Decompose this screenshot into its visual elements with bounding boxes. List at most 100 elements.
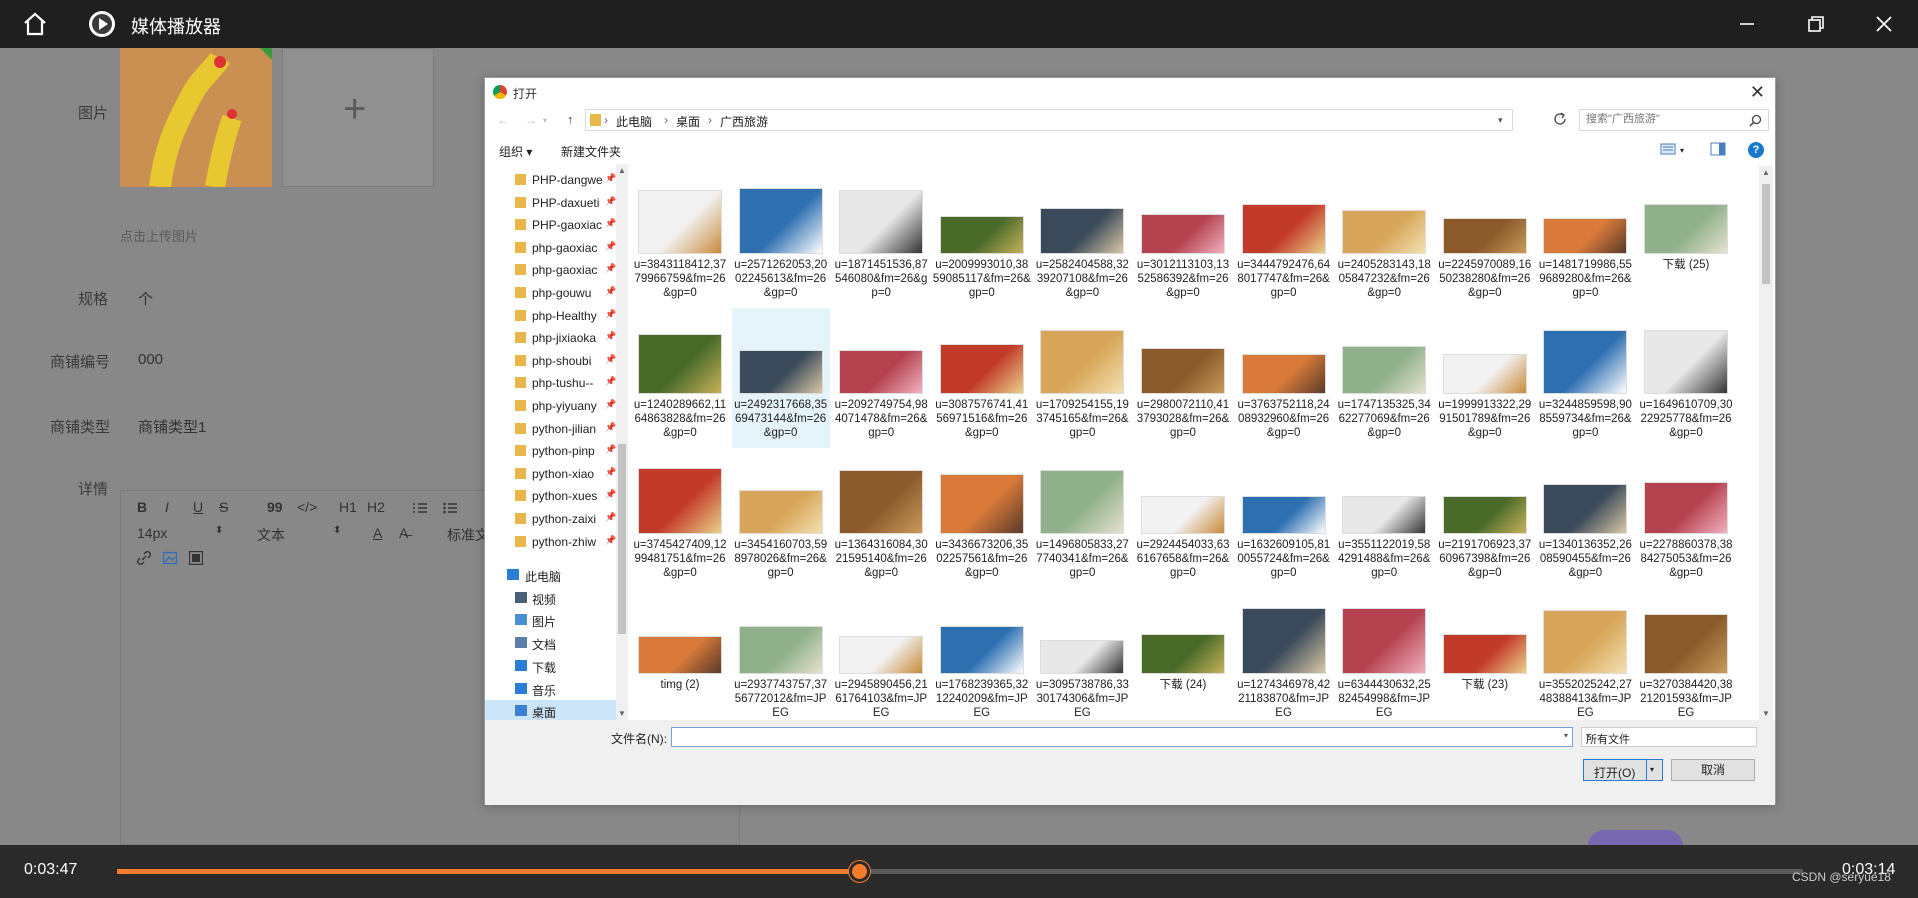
file-item[interactable]: u=2245970089,1650238280&fm=26&gp=0 — [1436, 168, 1534, 308]
file-item[interactable]: u=1240289662,1164863828&fm=26&gp=0 — [631, 308, 729, 448]
video-insert-icon[interactable] — [189, 551, 203, 565]
nav-item-folder[interactable]: php-gouwu 📌 — [485, 282, 617, 304]
organize-button[interactable]: 组织 ▾ — [499, 143, 532, 160]
file-item[interactable]: u=1709254155,193745165&fm=26&gp=0 — [1033, 308, 1131, 448]
address-bar[interactable]: › 此电脑 › 桌面 › 广西旅游 ▾ — [585, 109, 1513, 131]
file-item[interactable]: u=1496805833,277740341&fm=26&gp=0 — [1033, 448, 1131, 588]
file-item[interactable]: u=2937743757,3756772012&fm=JPEG — [732, 588, 830, 720]
nav-item-folder[interactable]: python-xiao 📌 — [485, 463, 617, 485]
file-item[interactable]: u=3244859598,908559734&fm=26&gp=0 — [1536, 308, 1634, 448]
file-item[interactable]: u=2278860378,3884275053&fm=26&gp=0 — [1637, 448, 1735, 588]
file-item[interactable]: u=3436673206,3502257561&fm=26&gp=0 — [933, 448, 1031, 588]
nav-item-folder[interactable]: python-xues 📌 — [485, 485, 617, 507]
file-item[interactable]: u=1340136352,2608590455&fm=26&gp=0 — [1536, 448, 1634, 588]
font-color-button[interactable]: A — [373, 525, 382, 541]
nav-scroll-thumb[interactable] — [618, 444, 626, 634]
up-icon[interactable]: ↑ — [567, 112, 574, 127]
file-item[interactable]: 下载 (25) — [1637, 168, 1735, 308]
nav-item-folder[interactable]: PHP-dangwe 📌 — [485, 169, 617, 191]
image-insert-icon[interactable] — [163, 551, 177, 565]
file-item[interactable]: u=2492317668,3569473144&fm=26&gp=0 — [731, 308, 830, 448]
filename-dropdown-icon[interactable]: ▾ — [1564, 731, 1568, 740]
search-input[interactable] — [1586, 113, 1736, 125]
file-item[interactable]: u=1999913322,2991501789&fm=26&gp=0 — [1436, 308, 1534, 448]
clear-format-button[interactable]: A̶ — [399, 525, 408, 541]
file-item[interactable]: u=1274346978,4221183870&fm=JPEG — [1235, 588, 1333, 720]
nav-item-folder[interactable]: php-Healthy 📌 — [485, 305, 617, 327]
view-mode-icon[interactable] — [1660, 142, 1676, 156]
seek-handle[interactable] — [848, 861, 870, 882]
restore-icon[interactable] — [1804, 12, 1828, 36]
nav-item-folder[interactable]: python-jilian 📌 — [485, 418, 617, 440]
open-button[interactable]: 打开(O) ▾ — [1583, 759, 1663, 781]
file-item[interactable]: u=1649610709,3022925778&fm=26&gp=0 — [1637, 308, 1735, 448]
file-item[interactable]: u=1871451536,87546080&fm=26&gp=0 — [832, 168, 930, 308]
shop-type-select[interactable]: 商铺类型1 — [138, 416, 206, 437]
breadcrumb-folder[interactable]: 广西旅游 — [720, 113, 768, 130]
preview-pane-icon[interactable] — [1710, 142, 1726, 156]
file-item[interactable]: u=2092749754,984071478&fm=26&gp=0 — [832, 308, 930, 448]
h2-button[interactable]: H2 — [367, 499, 385, 515]
file-item[interactable]: timg (2) — [631, 588, 729, 720]
nav-item-folder[interactable]: python-zaixi 📌 — [485, 508, 617, 530]
strikethrough-button[interactable]: S — [219, 499, 228, 515]
file-item[interactable]: u=1481719986,559689280&fm=26&gp=0 — [1536, 168, 1634, 308]
nav-item-folder[interactable]: PHP-gaoxiac 📌 — [485, 214, 617, 236]
file-item[interactable]: u=3552025242,2748388413&fm=JPEG — [1536, 588, 1634, 720]
nav-item-place[interactable]: 下载 — [485, 655, 617, 677]
breadcrumb-pc[interactable]: 此电脑 — [616, 113, 652, 130]
file-item[interactable]: u=2924454033,636167658&fm=26&gp=0 — [1134, 448, 1232, 588]
nav-item-folder[interactable]: php-jixiaoka 📌 — [485, 327, 617, 349]
font-family-select[interactable]: 文本 — [257, 525, 285, 545]
file-item[interactable]: 下载 (24) — [1134, 588, 1232, 720]
nav-item-folder[interactable]: php-tushu-- 📌 — [485, 372, 617, 394]
file-item[interactable]: u=2945890456,2161764103&fm=JPEG — [832, 588, 930, 720]
file-item[interactable]: u=3454160703,598978026&fm=26&gp=0 — [732, 448, 830, 588]
forward-icon[interactable]: → — [525, 113, 537, 127]
file-item[interactable]: u=1768239365,3212240209&fm=JPEG — [933, 588, 1031, 720]
file-scroll-up-icon[interactable]: ▲ — [1762, 168, 1770, 177]
h1-button[interactable]: H1 — [339, 499, 357, 515]
underline-button[interactable]: U — [193, 499, 203, 515]
file-item[interactable]: u=3745427409,1299481751&fm=26&gp=0 — [631, 448, 729, 588]
breadcrumb-desktop[interactable]: 桌面 — [676, 113, 700, 130]
nav-item-folder[interactable]: php-gaoxiac 📌 — [485, 237, 617, 259]
nav-item-folder[interactable]: php-gaoxiac 📌 — [485, 259, 617, 281]
file-item[interactable]: u=3551122019,584291488&fm=26&gp=0 — [1335, 448, 1433, 588]
help-icon[interactable]: ? — [1748, 142, 1764, 158]
file-item[interactable]: 下载 (23) — [1436, 588, 1534, 720]
file-item[interactable]: u=1747135325,3462277069&fm=26&gp=0 — [1335, 308, 1433, 448]
code-button[interactable]: </> — [297, 499, 317, 515]
nav-scrollbar[interactable]: ▲ ▼ — [616, 164, 628, 720]
nav-item-folder[interactable]: php-yiyuany 📌 — [485, 395, 617, 417]
italic-button[interactable]: I — [165, 499, 169, 515]
view-dropdown-icon[interactable]: ▾ — [1680, 146, 1684, 155]
file-scroll-thumb[interactable] — [1762, 184, 1770, 284]
nav-item-place[interactable]: 此电脑 — [485, 564, 617, 586]
recent-chevron-icon[interactable]: ▾ — [543, 116, 547, 125]
file-scroll-down-icon[interactable]: ▼ — [1762, 709, 1770, 718]
open-dropdown-icon[interactable]: ▾ — [1650, 765, 1654, 774]
quote-button[interactable]: 99 — [267, 499, 283, 515]
bold-button[interactable]: B — [137, 499, 147, 515]
heading-select[interactable]: 标准文 — [447, 525, 489, 545]
link-icon[interactable] — [137, 551, 151, 565]
home-icon[interactable] — [22, 11, 48, 37]
file-item[interactable]: u=1632609105,810055724&fm=26&gp=0 — [1235, 448, 1333, 588]
nav-item-folder[interactable]: PHP-daxueti 📌 — [485, 192, 617, 214]
spec-value[interactable]: 个 — [138, 288, 153, 309]
file-item[interactable]: u=6344430632,2582454998&fm=JPEG — [1335, 588, 1433, 720]
nav-item-folder[interactable]: python-pinp 📌 — [485, 440, 617, 462]
refresh-icon[interactable] — [1552, 111, 1568, 127]
shop-code-input[interactable]: 000 — [138, 351, 163, 368]
file-item[interactable]: u=2405283143,1805847232&fm=26&gp=0 — [1335, 168, 1433, 308]
file-item[interactable]: u=2571262053,2002245613&fm=26&gp=0 — [732, 168, 830, 308]
file-scrollbar[interactable]: ▲ ▼ — [1759, 166, 1773, 720]
nav-item-folder[interactable]: php-shoubi 📌 — [485, 350, 617, 372]
file-item[interactable]: u=3087576741,4156971516&fm=26&gp=0 — [933, 308, 1031, 448]
cancel-button[interactable]: 取消 — [1671, 759, 1755, 781]
file-item[interactable]: u=1364316084,3021595140&fm=26&gp=0 — [832, 448, 930, 588]
file-item[interactable]: u=3763752118,2408932960&fm=26&gp=0 — [1235, 308, 1333, 448]
uploaded-image-thumbnail[interactable] — [120, 48, 272, 187]
back-icon[interactable]: ← — [497, 113, 509, 127]
